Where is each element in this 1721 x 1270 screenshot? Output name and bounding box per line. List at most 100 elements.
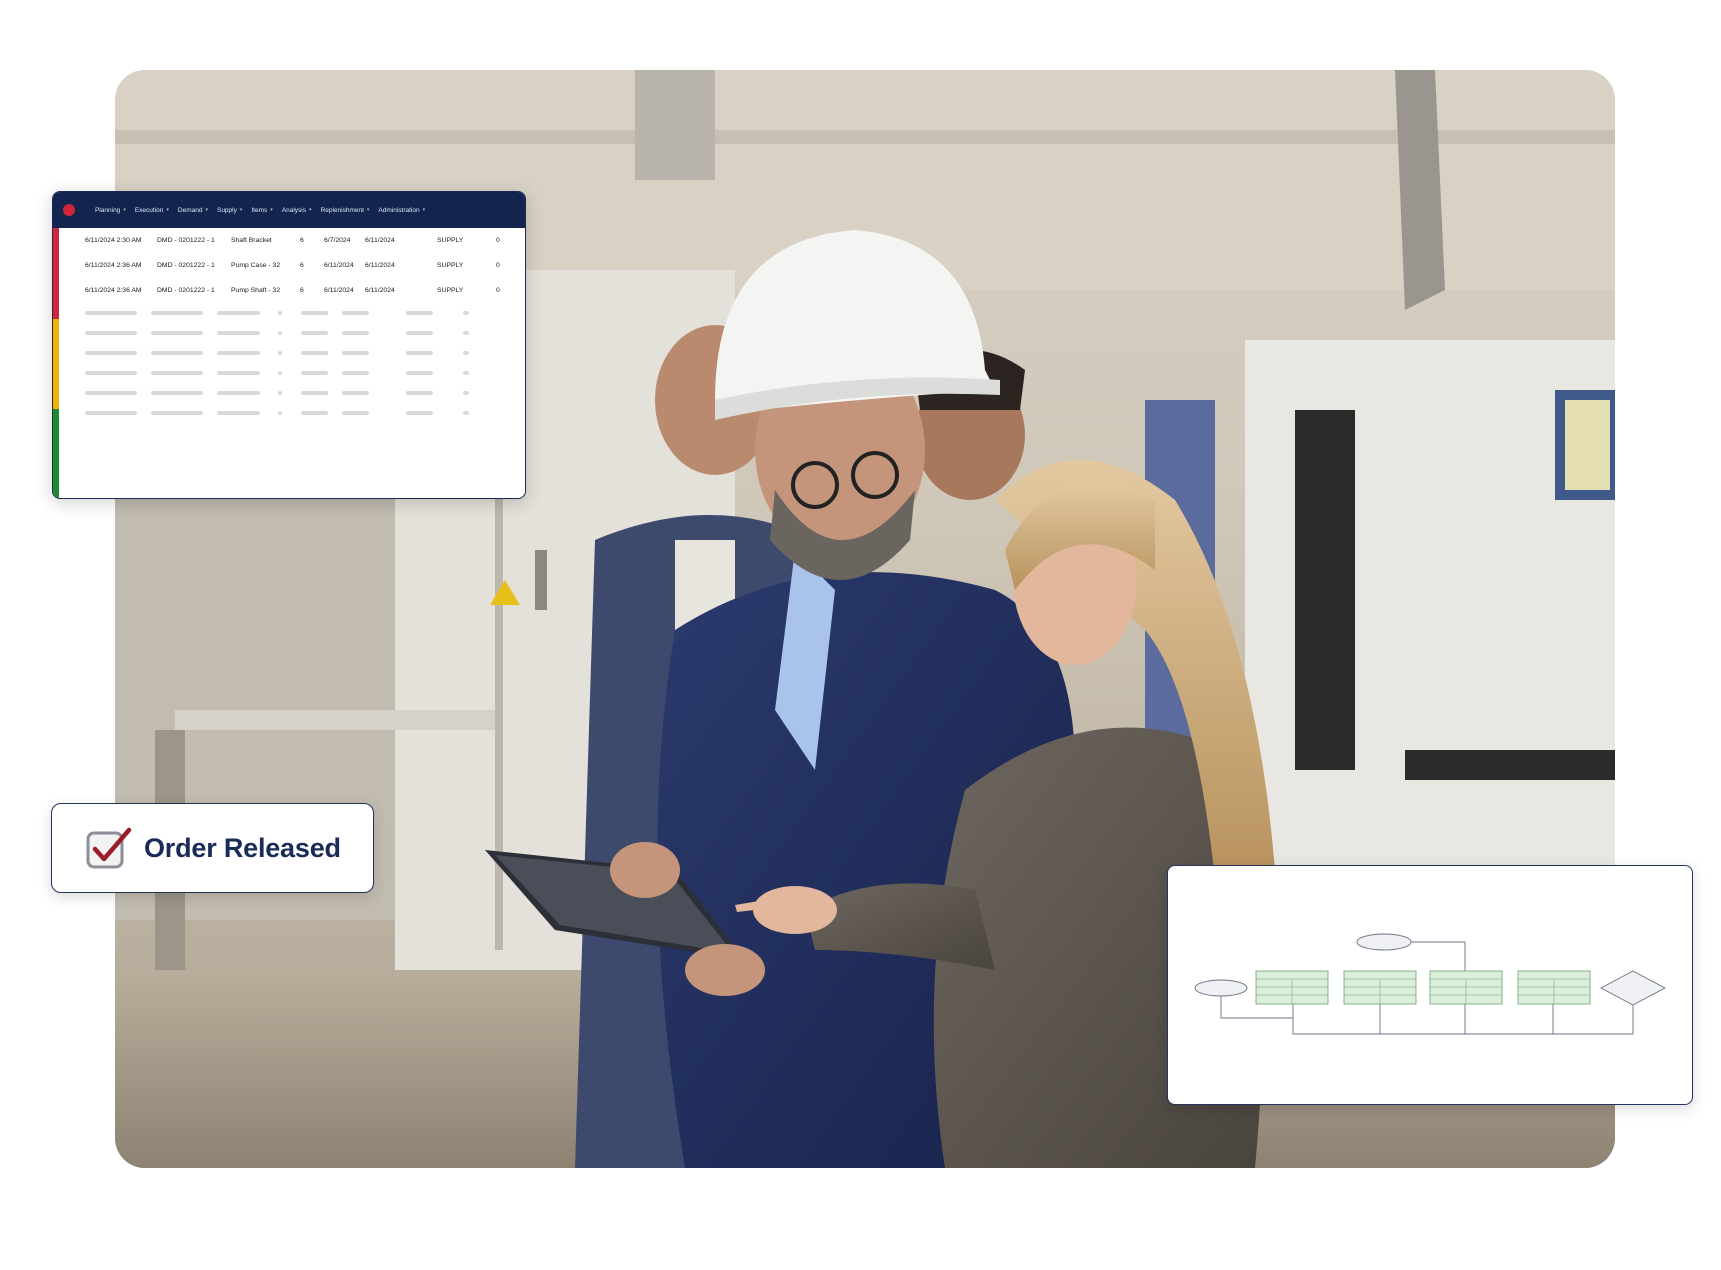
chevron-down-icon: ▾ — [270, 207, 273, 213]
table-row[interactable]: 6/11/2024 2:36 AM DMD - 0201222 - 1 Pump… — [59, 253, 525, 278]
nav-execution[interactable]: Execution ▾ — [135, 207, 169, 214]
placeholder-bar — [151, 391, 203, 395]
nav-planning[interactable]: Planning ▾ — [95, 207, 126, 214]
nav-replenishment[interactable]: Replenishment ▾ — [321, 207, 370, 214]
placeholder-bar — [342, 371, 369, 375]
placeholder-bar — [278, 371, 282, 375]
placeholder-bar — [217, 331, 260, 335]
cell-count: 0 — [496, 262, 500, 269]
cell-date2: 6/11/2024 — [365, 287, 395, 294]
cell-date1: 6/11/2024 — [324, 262, 354, 269]
cell-qty: 6 — [300, 237, 304, 244]
cell-item: Pump Case - 32 — [231, 262, 281, 269]
placeholder-bar — [342, 391, 369, 395]
placeholder-bar — [151, 411, 203, 415]
connector-line — [1292, 1001, 1634, 1035]
placeholder-bar — [278, 331, 282, 335]
chevron-down-icon: ▾ — [239, 207, 243, 213]
start-node — [1194, 979, 1248, 997]
placeholder-bar — [406, 331, 433, 335]
nav-items[interactable]: Items ▾ — [251, 207, 272, 214]
placeholder-bar — [463, 391, 469, 395]
placeholder-bar — [85, 351, 137, 355]
nav-administration[interactable]: Administration ▾ — [378, 207, 425, 214]
placeholder-bar — [301, 351, 328, 355]
nav-supply[interactable]: Supply ▾ — [217, 207, 242, 214]
placeholder-bar — [463, 371, 469, 375]
placeholder-bar — [463, 411, 469, 415]
placeholder-bar — [217, 411, 260, 415]
chevron-down-icon: ▾ — [166, 207, 169, 213]
placeholder-bar — [278, 391, 282, 395]
table-row[interactable]: 6/11/2024 2:36 AM DMD - 0201222 - 1 Pump… — [59, 278, 525, 303]
cell-date2: 6/11/2024 — [365, 262, 395, 269]
placeholder-row — [59, 383, 525, 403]
placeholder-bar — [342, 311, 369, 315]
placeholder-bar — [301, 371, 328, 375]
nav-demand[interactable]: Demand ▾ — [178, 207, 208, 214]
cell-date1: 6/7/2024 — [324, 237, 351, 244]
placeholder-row — [59, 303, 525, 323]
placeholder-bar — [406, 411, 433, 415]
placeholder-rows — [59, 303, 525, 423]
placeholder-bar — [463, 331, 469, 335]
placeholder-bar — [85, 391, 137, 395]
cell-type: SUPPLY — [437, 237, 464, 244]
placeholder-bar — [217, 351, 260, 355]
nav-analysis[interactable]: Analysis ▾ — [282, 207, 312, 214]
chevron-down-icon: ▾ — [309, 207, 312, 213]
cell-type: SUPPLY — [437, 262, 464, 269]
placeholder-bar — [463, 351, 469, 355]
placeholder-bar — [217, 371, 260, 375]
cell-count: 0 — [496, 287, 500, 294]
placeholder-bar — [406, 391, 433, 395]
placeholder-bar — [151, 371, 203, 375]
schedule-rows: 6/11/2024 2:30 AM DMD - 0201222 - 1 Shaf… — [59, 228, 525, 423]
badge-label: Order Released — [144, 832, 341, 863]
placeholder-bar — [85, 311, 137, 315]
placeholder-bar — [301, 311, 328, 315]
placeholder-bar — [85, 411, 137, 415]
placeholder-bar — [85, 331, 137, 335]
table-row[interactable]: 6/11/2024 2:30 AM DMD - 0201222 - 1 Shaf… — [59, 228, 525, 253]
placeholder-row — [59, 363, 525, 383]
placeholder-bar — [301, 391, 328, 395]
placeholder-bar — [301, 411, 328, 415]
cell-date2: 6/11/2024 — [365, 237, 395, 244]
app-nav-bar: Planning ▾ Execution ▾ Demand ▾ Supply ▾ Ite… — [53, 192, 525, 228]
process-box — [1255, 970, 1329, 1005]
placeholder-bar — [217, 391, 260, 395]
placeholder-row — [59, 403, 525, 423]
cell-count: 0 — [496, 237, 500, 244]
chevron-down-icon: ▾ — [366, 207, 370, 213]
placeholder-bar — [406, 351, 433, 355]
placeholder-bar — [342, 411, 369, 415]
chevron-down-icon: ▾ — [205, 207, 208, 213]
decision-node — [1600, 970, 1666, 1006]
cell-type: SUPPLY — [437, 287, 464, 294]
placeholder-bar — [151, 351, 203, 355]
placeholder-bar — [278, 311, 282, 315]
order-released-badge: Order Released — [51, 803, 374, 893]
process-box — [1517, 970, 1591, 1005]
flow-diagram-card — [1167, 865, 1693, 1105]
process-box — [1343, 970, 1417, 1005]
placeholder-bar — [278, 411, 282, 415]
placeholder-bar — [342, 351, 369, 355]
chevron-down-icon: ▾ — [422, 207, 426, 213]
placeholder-bar — [406, 371, 433, 375]
placeholder-row — [59, 343, 525, 363]
cell-time: 6/11/2024 2:36 AM — [85, 262, 142, 269]
cell-item: Shaft Bracket — [231, 237, 272, 244]
checkbox-check-icon — [86, 827, 132, 869]
app-logo-icon — [63, 204, 75, 216]
placeholder-bar — [406, 311, 433, 315]
cell-date1: 6/11/2024 — [324, 287, 354, 294]
cell-item: Pump Shaft - 32 — [231, 287, 281, 294]
placeholder-bar — [463, 311, 469, 315]
process-box — [1429, 970, 1503, 1005]
cell-time: 6/11/2024 2:36 AM — [85, 287, 142, 294]
placeholder-bar — [151, 331, 203, 335]
schedule-table-card: Planning ▾ Execution ▾ Demand ▾ Supply ▾ Ite… — [52, 191, 526, 499]
placeholder-row — [59, 323, 525, 343]
